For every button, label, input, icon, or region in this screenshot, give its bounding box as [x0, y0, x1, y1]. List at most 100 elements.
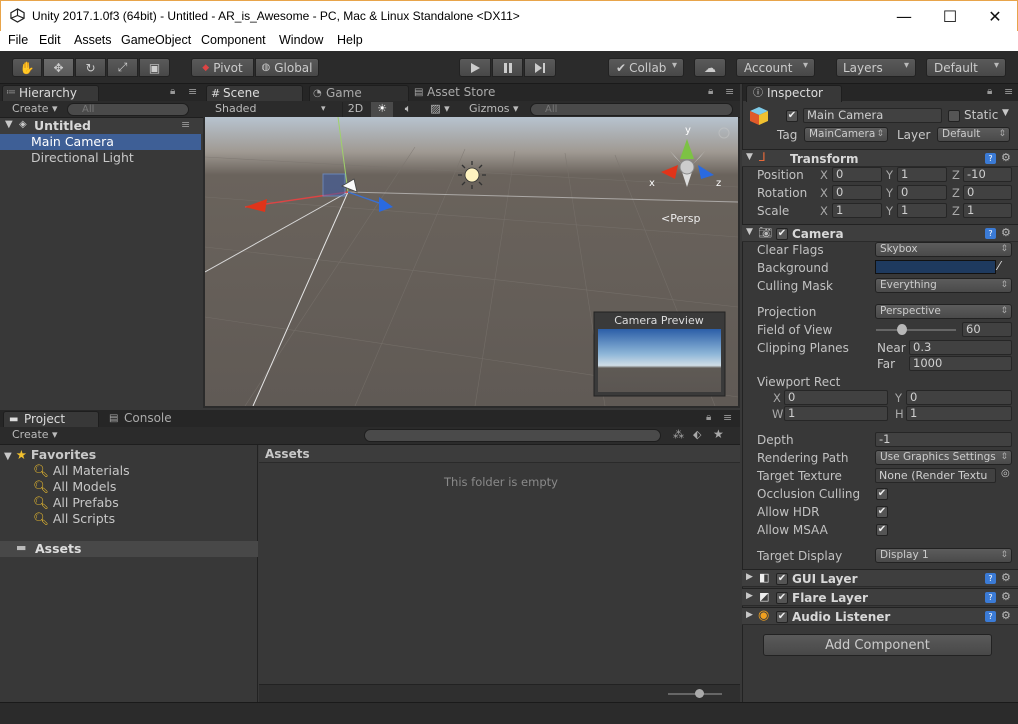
rotation-y-input[interactable]: 0 [897, 185, 947, 200]
menu-window[interactable]: Window [279, 33, 323, 47]
tab-scene[interactable]: # Scene [206, 85, 303, 102]
menu-gameobject[interactable]: GameObject [121, 33, 191, 47]
shading-mode-dropdown[interactable]: Shaded ▾ [215, 102, 326, 117]
viewport-y-input[interactable]: 0 [906, 390, 1012, 405]
pivot-toggle[interactable]: ◆ Pivot [191, 58, 254, 77]
rect-tool-button[interactable]: ▣ [139, 58, 170, 77]
collapse-arrow-icon[interactable]: ▼ [746, 227, 753, 237]
project-create-button[interactable]: Create ▾ [12, 428, 58, 443]
minimize-button[interactable]: — [881, 1, 927, 31]
global-toggle[interactable]: ◍ Global [255, 58, 319, 77]
rendering-path-dropdown[interactable]: Use Graphics Settings [875, 450, 1012, 465]
layout-dropdown[interactable]: Default [926, 58, 1006, 77]
depth-input[interactable]: -1 [875, 432, 1012, 447]
viewport-x-input[interactable]: 0 [784, 390, 888, 405]
lock-icon[interactable]: 🔒︎ [170, 86, 175, 97]
lock-icon[interactable]: 🔒︎ [706, 412, 711, 423]
favorites-header[interactable]: ▼ ★ Favorites [4, 447, 96, 463]
add-component-button[interactable]: Add Component [763, 634, 992, 656]
audio-toggle-icon[interactable]: 🔈︎ [397, 102, 419, 117]
target-display-dropdown[interactable]: Display 1 [875, 548, 1012, 563]
background-color-swatch[interactable] [875, 260, 996, 274]
audio-listener-checkbox[interactable]: ✔ [776, 611, 788, 623]
favorite-star-icon[interactable]: ★ [713, 427, 724, 441]
gear-icon[interactable]: ⚙ [1001, 571, 1011, 584]
far-input[interactable]: 1000 [909, 356, 1012, 371]
scale-tool-button[interactable]: ⤢ [107, 58, 138, 77]
filter-type-icon[interactable]: ⁂ [673, 428, 684, 441]
filter-label-icon[interactable]: ⬖ [693, 428, 701, 441]
project-search-input[interactable] [364, 429, 661, 442]
position-y-input[interactable]: 1 [897, 167, 947, 182]
2d-toggle[interactable]: 2D [342, 102, 368, 117]
position-x-input[interactable]: 0 [832, 167, 882, 182]
hierarchy-item-directional-light[interactable]: Directional Light [0, 150, 201, 166]
help-icon[interactable]: ? [985, 153, 996, 164]
object-name-input[interactable]: Main Camera [803, 108, 942, 123]
transform-header[interactable]: ▼ ⅃ Transform ? ⚙ [742, 149, 1018, 167]
flare-layer-header[interactable]: ▶ ◩ ✔ Flare Layer ? ⚙ [742, 588, 1018, 606]
audio-listener-header[interactable]: ▶ ◉ ✔ Audio Listener ? ⚙ [742, 607, 1018, 625]
panel-menu-icon[interactable]: ≡ [1004, 85, 1013, 98]
hierarchy-item-main-camera[interactable]: Main Camera [0, 134, 201, 150]
fov-slider-track[interactable] [876, 329, 956, 331]
collapse-arrow-icon[interactable]: ▼ [746, 152, 753, 162]
scale-x-input[interactable]: 1 [832, 203, 882, 218]
help-icon[interactable]: ? [985, 592, 996, 603]
gear-icon[interactable]: ⚙ [1001, 151, 1011, 164]
scene-header-row[interactable]: ▼ ◈ Untitled ≡ [0, 118, 203, 134]
persp-label[interactable]: <Persp [661, 212, 700, 225]
panel-menu-icon[interactable]: ≡ [725, 85, 734, 98]
expand-arrow-icon[interactable]: ▶ [746, 591, 753, 601]
menu-help[interactable]: Help [337, 33, 363, 47]
tab-asset-store[interactable]: ▤ Asset Store [411, 85, 516, 102]
play-button[interactable] [459, 58, 491, 77]
camera-header[interactable]: ▼ 📷︎ ✔ Camera ? ⚙ [742, 224, 1018, 242]
hand-tool-button[interactable]: ✋ [12, 58, 42, 77]
pause-button[interactable] [492, 58, 523, 77]
favorite-item[interactable]: 🔍︎ All Models [33, 479, 116, 495]
lock-icon[interactable]: 🔒︎ [708, 86, 713, 97]
static-dropdown-icon[interactable]: ▼ [1002, 108, 1009, 118]
lighting-toggle-icon[interactable]: ☀ [371, 102, 393, 117]
scene-view-canvas[interactable]: y x z <Persp Camera Preview [205, 117, 738, 406]
scene-menu-icon[interactable]: ≡ [181, 118, 190, 131]
step-button[interactable] [524, 58, 556, 77]
scale-z-input[interactable]: 1 [963, 203, 1012, 218]
tab-hierarchy[interactable]: Hierarchy [2, 85, 99, 102]
scale-y-input[interactable]: 1 [897, 203, 947, 218]
tag-dropdown[interactable]: MainCamera [804, 127, 888, 142]
maximize-button[interactable]: ☐ [927, 1, 973, 31]
clear-flags-dropdown[interactable]: Skybox [875, 242, 1012, 257]
icon-size-slider-thumb[interactable] [695, 689, 704, 698]
viewport-h-input[interactable]: 1 [906, 406, 1012, 421]
menu-assets[interactable]: Assets [74, 33, 112, 47]
tab-console[interactable]: ▤ Console [104, 411, 202, 428]
gear-icon[interactable]: ⚙ [1001, 590, 1011, 603]
gui-layer-checkbox[interactable]: ✔ [776, 573, 788, 585]
rotation-z-input[interactable]: 0 [963, 185, 1012, 200]
gear-icon[interactable]: ⚙ [1001, 609, 1011, 622]
projection-dropdown[interactable]: Perspective [875, 304, 1012, 319]
menu-component[interactable]: Component [201, 33, 266, 47]
occlusion-culling-checkbox[interactable]: ✔ [876, 488, 888, 500]
help-icon[interactable]: ? [985, 573, 996, 584]
position-z-input[interactable]: -10 [963, 167, 1012, 182]
help-icon[interactable]: ? [985, 228, 996, 239]
account-dropdown[interactable]: Account [736, 58, 815, 77]
favorite-item[interactable]: 🔍︎ All Scripts [33, 511, 115, 527]
hierarchy-create-button[interactable]: Create ▾ [12, 102, 58, 117]
fov-input[interactable]: 60 [962, 322, 1012, 337]
expand-arrow-icon[interactable]: ▶ [746, 572, 753, 582]
collab-dropdown[interactable]: ✔ Collab [608, 58, 684, 77]
tab-game[interactable]: ◔ Game [309, 85, 409, 102]
expand-arrow-icon[interactable]: ▼ [5, 119, 13, 130]
assets-root-row[interactable]: ▬ Assets [0, 541, 258, 557]
layers-dropdown[interactable]: Layers [836, 58, 916, 77]
favorite-item[interactable]: 🔍︎ All Prefabs [33, 495, 119, 511]
cloud-button[interactable]: ☁ [694, 58, 726, 77]
target-texture-field[interactable]: None (Render Textu [875, 468, 996, 483]
layer-dropdown[interactable]: Default [937, 127, 1010, 142]
hierarchy-search-input[interactable]: All [67, 103, 189, 116]
rotate-tool-button[interactable]: ↻ [75, 58, 106, 77]
